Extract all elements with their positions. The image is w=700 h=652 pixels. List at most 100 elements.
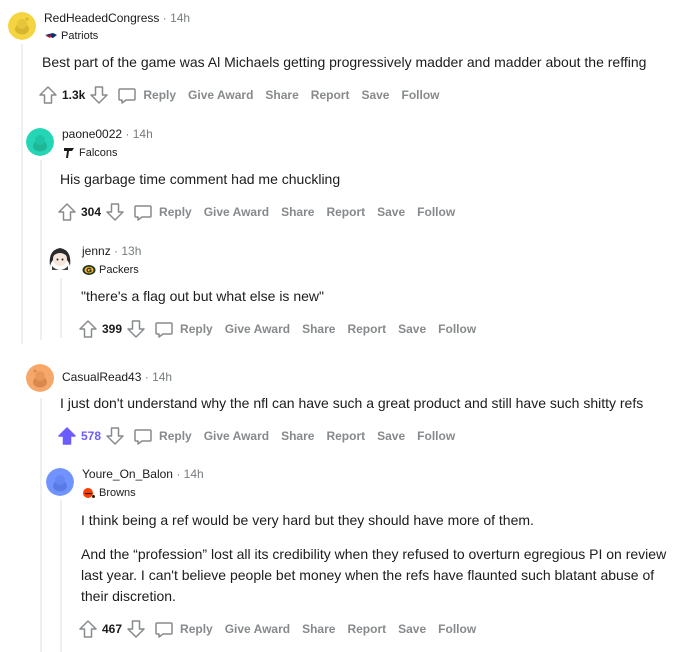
comment-body-paragraph-1: I think being a ref would be very hard b…: [81, 512, 534, 528]
snoo-avatar-icon: [8, 12, 36, 40]
save-button[interactable]: Save: [398, 322, 426, 336]
comment-body: Best part of the game was Al Michaels ge…: [42, 54, 647, 70]
comment-meta: CasualRead43 · 14h: [62, 369, 172, 385]
anime-avatar-icon: [49, 248, 71, 270]
vote-score: 578: [81, 429, 102, 443]
comment-meta: Youre_On_Balon · 14h: [82, 466, 204, 482]
downvote-icon[interactable]: [126, 319, 146, 339]
timestamp[interactable]: · 14h: [163, 11, 190, 25]
reply-button[interactable]: Reply: [117, 85, 176, 105]
comment-meta: RedHeadedCongress · 14h: [44, 10, 190, 26]
reply-button[interactable]: Reply: [154, 319, 213, 339]
browns-flair-icon: [83, 488, 95, 498]
follow-button[interactable]: Follow: [401, 88, 439, 102]
report-button[interactable]: Report: [347, 322, 386, 336]
save-button[interactable]: Save: [377, 205, 405, 219]
flair-text: Browns: [99, 487, 136, 499]
vote-score: 304: [81, 205, 102, 219]
timestamp[interactable]: · 14h: [145, 370, 172, 384]
comment-bubble-icon: [134, 205, 152, 221]
vote-score: 467: [102, 622, 123, 636]
save-button[interactable]: Save: [361, 88, 389, 102]
reply-label: Reply: [143, 88, 177, 102]
snoo-avatar-icon: [26, 364, 54, 392]
reply-button[interactable]: Reply: [133, 202, 192, 222]
report-button[interactable]: Report: [326, 205, 365, 219]
author-name[interactable]: RedHeadedCongress: [44, 11, 159, 25]
author-name[interactable]: paone0022: [62, 127, 122, 141]
upvote-icon[interactable]: [78, 319, 98, 339]
avatar[interactable]: [46, 468, 74, 496]
thread-line-root[interactable]: [21, 44, 23, 344]
thread-line-balon[interactable]: [60, 500, 62, 652]
user-flair: Falcons: [62, 146, 118, 160]
comment-actions: 399 Reply Give Award Share Report Save F…: [78, 317, 476, 341]
comment-meta: jennz · 13h: [82, 243, 141, 259]
upvote-icon[interactable]: [38, 85, 58, 105]
author-name[interactable]: CasualRead43: [62, 370, 141, 384]
report-button[interactable]: Report: [311, 88, 350, 102]
falcons-flair-icon: [64, 148, 74, 158]
give-award-button[interactable]: Give Award: [188, 88, 253, 102]
upvote-icon[interactable]: [78, 619, 98, 639]
upvote-icon[interactable]: [57, 202, 77, 222]
share-button[interactable]: Share: [281, 429, 314, 443]
share-button[interactable]: Share: [302, 622, 335, 636]
comment-actions: 304 Reply Give Award Share Report Save F…: [57, 200, 455, 224]
snoo-avatar-icon: [26, 128, 54, 156]
author-name[interactable]: Youre_On_Balon: [82, 467, 173, 481]
vote-score: 1.3k: [62, 88, 86, 102]
share-button[interactable]: Share: [281, 205, 314, 219]
comment-bubble-icon: [155, 622, 173, 638]
comment-meta: paone0022 · 14h: [62, 126, 153, 142]
timestamp[interactable]: · 14h: [176, 467, 203, 481]
comment-actions: 467 Reply Give Award Share Report Save F…: [78, 617, 476, 641]
avatar[interactable]: [26, 128, 54, 156]
comment-bubble-icon: [118, 88, 137, 104]
reply-button[interactable]: Reply: [133, 426, 192, 446]
follow-button[interactable]: Follow: [417, 205, 455, 219]
avatar[interactable]: [8, 12, 36, 40]
thread-line-casual[interactable]: [40, 398, 42, 652]
comment-bubble-icon: [155, 322, 173, 338]
save-button[interactable]: Save: [377, 429, 405, 443]
downvote-icon[interactable]: [126, 619, 146, 639]
upvote-icon-active[interactable]: [57, 426, 77, 446]
reply-button[interactable]: Reply: [154, 619, 213, 639]
give-award-button[interactable]: Give Award: [204, 429, 269, 443]
share-button[interactable]: Share: [265, 88, 298, 102]
user-flair: Browns: [82, 486, 136, 500]
timestamp[interactable]: · 14h: [125, 127, 152, 141]
follow-button[interactable]: Follow: [417, 429, 455, 443]
avatar[interactable]: [46, 244, 74, 272]
user-flair: Patriots: [44, 29, 98, 43]
follow-button[interactable]: Follow: [438, 322, 476, 336]
author-name[interactable]: jennz: [82, 244, 111, 258]
reply-label: Reply: [159, 205, 192, 219]
patriots-flair-icon: [45, 33, 57, 38]
packers-flair-icon: [82, 265, 96, 275]
thread-line-level3[interactable]: [60, 278, 62, 338]
vote-score: 399: [102, 322, 123, 336]
share-button[interactable]: Share: [302, 322, 335, 336]
comment-body: I just don't understand why the nfl can …: [60, 395, 644, 411]
reply-label: Reply: [180, 622, 213, 636]
report-button[interactable]: Report: [326, 429, 365, 443]
give-award-button[interactable]: Give Award: [225, 622, 290, 636]
downvote-icon[interactable]: [105, 426, 125, 446]
timestamp[interactable]: · 13h: [114, 244, 141, 258]
comment-body: "there's a flag out but what else is new…: [81, 288, 324, 304]
give-award-button[interactable]: Give Award: [204, 205, 269, 219]
comment-actions: 1.3k Reply Give Award Share Report Save …: [38, 83, 439, 107]
thread-line-level2[interactable]: [40, 160, 42, 340]
downvote-icon[interactable]: [89, 85, 109, 105]
downvote-icon[interactable]: [105, 202, 125, 222]
flair-text: Falcons: [79, 147, 118, 159]
give-award-button[interactable]: Give Award: [225, 322, 290, 336]
report-button[interactable]: Report: [347, 622, 386, 636]
flair-text: Patriots: [61, 30, 99, 42]
avatar[interactable]: [26, 364, 54, 392]
save-button[interactable]: Save: [398, 622, 426, 636]
comment-body-paragraph-2: And the “profession” lost all its credib…: [81, 546, 667, 604]
follow-button[interactable]: Follow: [438, 622, 476, 636]
